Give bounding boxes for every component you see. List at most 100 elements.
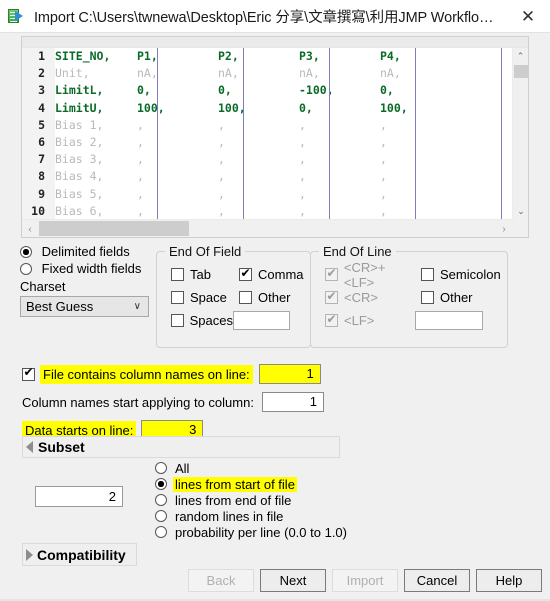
preview-cell: 100, — [218, 100, 246, 115]
checkbox-semicolon-label: Semicolon — [440, 267, 501, 282]
scroll-down-icon[interactable]: ⌄ — [513, 203, 529, 219]
radio-fixed-icon — [20, 263, 32, 275]
preview-cell: , — [218, 117, 225, 132]
preview-cell: , — [137, 186, 144, 201]
charset-label: Charset — [20, 279, 66, 294]
preview-cell: , — [218, 134, 225, 149]
checkbox-crlf[interactable]: <CR>+<LF> — [319, 260, 415, 290]
checkbox-space-icon — [171, 291, 184, 304]
preview-cell: , — [137, 152, 144, 167]
radio-delimited-fields[interactable]: Delimited fields — [20, 244, 160, 259]
file-contains-column-names-row[interactable]: File contains column names on line: 1 — [22, 363, 342, 385]
radio-subset-probability-icon — [155, 526, 167, 538]
checkbox-tab[interactable]: Tab — [165, 267, 233, 282]
column-separator — [243, 48, 244, 219]
checkbox-spaces[interactable]: Spaces — [165, 313, 233, 328]
checkbox-other-field-icon — [239, 291, 252, 304]
checkbox-spaces-icon — [171, 314, 184, 327]
preview-cell: , — [218, 169, 225, 184]
scroll-left-icon[interactable]: ‹ — [22, 220, 38, 238]
preview-cell: , — [218, 152, 225, 167]
preview-cell: Bias 4, — [55, 169, 104, 184]
radio-subset-lines-from-end[interactable]: lines from end of file — [155, 492, 349, 508]
vertical-scroll-thumb[interactable] — [514, 65, 528, 78]
preview-line-number: 7 — [38, 152, 45, 167]
checkbox-lf[interactable]: <LF> — [319, 312, 415, 328]
cancel-button[interactable]: Cancel — [404, 569, 470, 592]
preview-cell: 0, — [218, 83, 232, 98]
preview-cell: , — [218, 186, 225, 201]
radio-subset-all-icon — [155, 462, 167, 474]
checkbox-crlf-label: <CR>+<LF> — [343, 259, 386, 290]
window-title: Import C:\Users\twnewa\Desktop\Eric 分享\文… — [34, 9, 502, 26]
horizontal-scroll-thumb[interactable] — [39, 221, 189, 236]
checkbox-semicolon[interactable]: Semicolon — [415, 267, 501, 282]
preview-horizontal-scrollbar[interactable]: ‹ › — [22, 219, 512, 237]
preview-cell: nA, — [218, 66, 239, 81]
checkbox-comma-label: Comma — [258, 267, 304, 282]
scrollbar-corner — [512, 219, 528, 237]
radio-subset-all-label: All — [175, 460, 190, 476]
preview-cell: LimitL, — [55, 83, 104, 98]
checkbox-comma[interactable]: Comma — [233, 266, 304, 282]
radio-subset-lines-from-end-label: lines from end of file — [175, 492, 292, 508]
scroll-up-icon[interactable]: ⌃ — [513, 48, 528, 64]
preview-row: 5 Bias 1,,,,, — [22, 117, 512, 134]
subset-section-header[interactable]: Subset — [22, 436, 340, 458]
radio-subset-probability[interactable]: probability per line (0.0 to 1.0) — [155, 524, 349, 540]
checkbox-comma-icon — [239, 266, 252, 281]
radio-subset-random-lines[interactable]: random lines in file — [155, 508, 349, 524]
radio-delimited-icon — [20, 246, 32, 258]
preview-cell: P2, — [218, 49, 239, 63]
close-icon[interactable]: ✕ — [506, 0, 550, 33]
preview-column-header — [22, 37, 528, 48]
radio-subset-all[interactable]: All — [155, 460, 349, 476]
radio-subset-random-lines-icon — [155, 510, 167, 522]
next-button[interactable]: Next — [260, 569, 326, 592]
end-of-field-other-input[interactable] — [233, 311, 290, 330]
checkbox-spaces-label: Spaces — [189, 313, 233, 328]
file-preview-grid[interactable]: 1 SITE_NO, P1, P2, P3, P4, 2 Unit, nA, nA, nA, nA, 3… — [21, 36, 529, 238]
preview-row: 7 Bias 3,,,,, — [22, 151, 512, 168]
preview-row: 9 Bias 5,,,,, — [22, 186, 512, 203]
charset-select[interactable]: Best Guess ∨ — [20, 296, 149, 317]
checkbox-other-line-icon — [421, 291, 434, 304]
scroll-right-icon[interactable]: › — [496, 220, 512, 238]
radio-fixed-label: Fixed width fields — [41, 261, 142, 276]
end-of-field-group: End Of Field Tab Comma Space Other Space… — [156, 244, 311, 348]
preview-vertical-scrollbar[interactable]: ⌃ ⌄ — [512, 48, 528, 219]
radio-subset-lines-from-start[interactable]: lines from start of file — [155, 476, 349, 492]
subset-radio-group: All lines from start of file lines from … — [155, 460, 349, 540]
column-names-start-input[interactable]: 1 — [261, 392, 324, 412]
back-button[interactable]: Back — [188, 569, 254, 592]
compatibility-section-header[interactable]: Compatibility — [22, 543, 137, 566]
preview-cell: LimitU, — [55, 100, 104, 115]
column-names-start-row: Column names start applying to column: 1 — [22, 389, 342, 415]
import-button[interactable]: Import — [332, 569, 398, 592]
radio-fixed-width-fields[interactable]: Fixed width fields — [20, 261, 160, 276]
checkbox-other-field[interactable]: Other — [233, 290, 291, 305]
subset-count-input[interactable]: 2 — [35, 486, 123, 507]
column-names-section: File contains column names on line: 1 Co… — [22, 363, 342, 441]
preview-cell: , — [299, 117, 306, 132]
column-names-line-input[interactable]: 1 — [258, 364, 321, 384]
preview-line-number: 4 — [38, 100, 45, 115]
end-of-line-other-input[interactable] — [415, 311, 483, 330]
help-button[interactable]: Help — [476, 569, 542, 592]
title-bar: Import C:\Users\twnewa\Desktop\Eric 分享\文… — [0, 0, 550, 33]
checkbox-other-line[interactable]: Other — [415, 290, 473, 305]
preview-cell: nA, — [137, 66, 158, 81]
radio-subset-probability-label: probability per line (0.0 to 1.0) — [175, 524, 347, 540]
preview-cell: Bias 3, — [55, 152, 104, 167]
checkbox-cr-label: <CR> — [344, 290, 378, 305]
column-names-start-label: Column names start applying to column: — [22, 394, 254, 410]
preview-line-number: 6 — [38, 134, 45, 149]
radio-subset-lines-from-start-icon — [155, 478, 167, 490]
checkbox-file-contains-column-names-icon[interactable] — [22, 365, 35, 381]
preview-cell: , — [299, 186, 306, 201]
checkbox-cr[interactable]: <CR> — [319, 289, 415, 305]
checkbox-tab-label: Tab — [190, 267, 211, 282]
preview-cell: nA, — [299, 66, 320, 81]
checkbox-space[interactable]: Space — [165, 290, 233, 305]
preview-row: 2 Unit, nA, nA, nA, nA, — [22, 65, 512, 82]
